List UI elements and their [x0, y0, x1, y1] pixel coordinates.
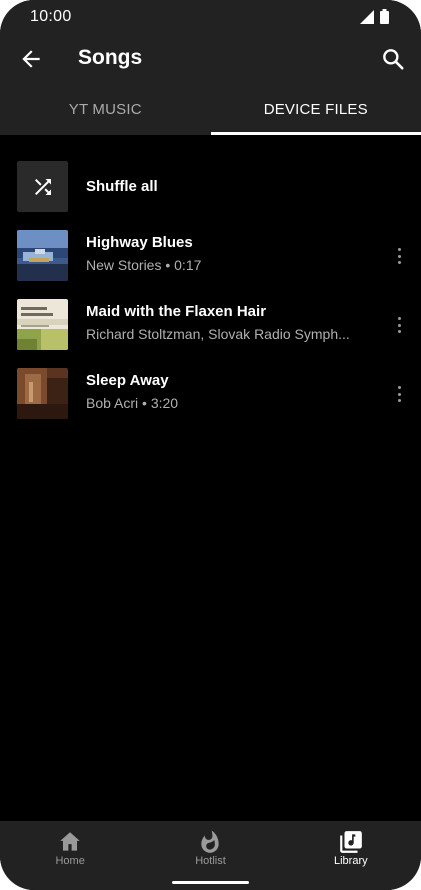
song-text: Highway Blues New Stories • 0:17 [86, 234, 371, 273]
status-time: 10:00 [30, 8, 72, 25]
song-list: Shuffle all Highway Blues New Stories • … [0, 161, 421, 437]
tab-yt-music[interactable]: YT MUSIC [0, 86, 211, 135]
album-art [17, 299, 68, 350]
arrow-left-icon[interactable] [18, 46, 44, 72]
active-tab-indicator [210, 132, 421, 135]
album-art [17, 368, 68, 419]
tab-label: DEVICE FILES [263, 101, 368, 118]
more-options-icon[interactable] [393, 246, 405, 266]
nav-hotlist[interactable]: Hotlist [140, 821, 280, 890]
nav-label: Library [334, 855, 368, 867]
list-item[interactable]: Maid with the Flaxen Hair Richard Stoltz… [0, 299, 421, 368]
more-options-icon[interactable] [393, 384, 405, 404]
tab-bar: YT MUSIC DEVICE FILES [0, 86, 421, 135]
battery-icon [380, 9, 389, 24]
song-subtitle: Richard Stoltzman, Slovak Radio Symph... [86, 326, 350, 342]
signal-icon [360, 9, 374, 24]
nav-home[interactable]: Home [0, 821, 140, 890]
home-indicator[interactable] [172, 881, 249, 884]
list-item[interactable]: Sleep Away Bob Acri • 3:20 [0, 368, 421, 437]
song-title: Sleep Away [86, 372, 169, 389]
flame-icon [201, 830, 220, 853]
phone-screen: 10:00 Songs YT MUSIC DEVICE FILES Shuffl… [0, 0, 421, 890]
nav-label: Home [55, 855, 85, 867]
tab-label: YT MUSIC [68, 101, 142, 118]
more-options-icon[interactable] [393, 315, 405, 335]
library-icon [339, 831, 362, 853]
shuffle-icon [34, 178, 51, 195]
nav-library[interactable]: Library [281, 821, 421, 890]
app-bar: Songs [0, 34, 421, 86]
song-subtitle: Bob Acri • 3:20 [86, 395, 179, 411]
search-icon[interactable] [380, 46, 406, 72]
bottom-navigation: Home Hotlist Library [0, 821, 421, 890]
shuffle-all-label: Shuffle all [86, 178, 158, 195]
song-title: Maid with the Flaxen Hair [86, 303, 267, 320]
list-item[interactable]: Highway Blues New Stories • 0:17 [0, 230, 421, 299]
tab-device-files[interactable]: DEVICE FILES [210, 86, 421, 135]
shuffle-all-row[interactable]: Shuffle all [0, 161, 421, 230]
shuffle-button[interactable] [17, 161, 68, 212]
song-title: Highway Blues [86, 234, 193, 251]
status-bar: 10:00 [0, 0, 421, 34]
status-icons [360, 9, 389, 24]
album-art [17, 230, 68, 281]
song-text: Maid with the Flaxen Hair Richard Stoltz… [86, 303, 371, 342]
home-icon [60, 832, 80, 851]
song-subtitle: New Stories • 0:17 [86, 257, 202, 273]
song-text: Sleep Away Bob Acri • 3:20 [86, 372, 371, 411]
page-title: Songs [78, 46, 143, 69]
nav-label: Hotlist [195, 855, 226, 867]
